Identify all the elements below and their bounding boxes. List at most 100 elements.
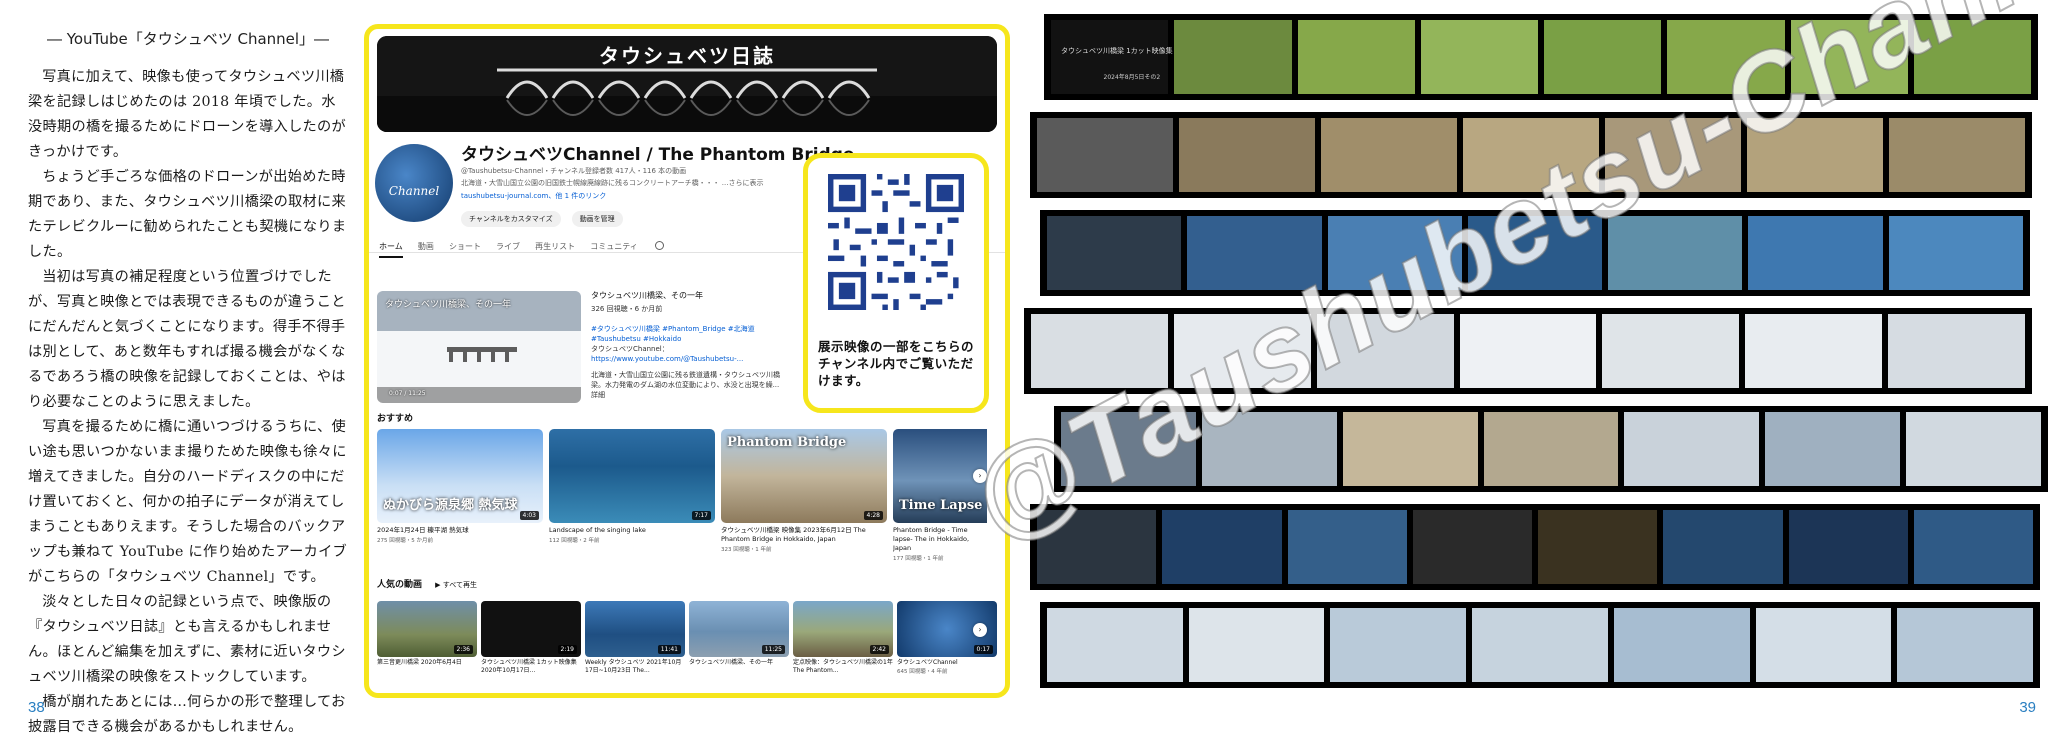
tab-playlists[interactable]: 再生リスト [535, 241, 575, 256]
video-card[interactable]: 7:17 Landscape of the singing lake 112 回… [549, 429, 715, 544]
tab-community[interactable]: コミュニティ [590, 241, 638, 256]
film-frame [1420, 20, 1538, 94]
play-all-label: すべて再生 [442, 581, 477, 589]
video-title[interactable]: 2024年1月24日 糠平湖 熱気球 [377, 526, 543, 535]
film-frame [1788, 510, 1908, 584]
tab-live[interactable]: ライブ [496, 241, 520, 256]
featured-title[interactable]: タウシュベツ川橋梁、その一年 [591, 291, 791, 301]
film-frame [1602, 314, 1740, 388]
film-frame [1755, 608, 1892, 682]
chevron-right-icon[interactable]: › [973, 623, 987, 637]
video-card[interactable]: 0:17 タウシュベツChannel 645 回視聴・4 年前 [897, 601, 997, 675]
featured-meta: 326 回視聴・6 か月前 [591, 305, 663, 313]
film-frame [1321, 118, 1457, 192]
avatar-text: Channel [388, 184, 440, 198]
channel-description[interactable]: 北海道・大雪山国立公園の旧国鉄士幌線廃線跡に残るコンクリートアーチ橋・・・ ..… [461, 178, 801, 188]
featured-overlay-title: タウシュベツ川橋梁、その一年 [385, 300, 512, 310]
video-title[interactable]: タウシュベツ川橋梁、その一年 [689, 659, 789, 667]
tab-home[interactable]: ホーム [379, 241, 403, 258]
video-meta: 177 回視聴・1 年前 [893, 556, 944, 562]
video-title[interactable]: Landscape of the singing lake [549, 526, 715, 535]
featured-more[interactable]: 詳細 [591, 390, 791, 400]
duration-badge: 4:28 [863, 511, 883, 520]
video-card[interactable]: 11:25 タウシュベツ川橋梁、その一年 [689, 601, 789, 667]
paragraph: 当初は写真の補足程度という位置づけでしたが、写真と映像とでは表現できるものが違う… [28, 269, 346, 410]
thumbnail-overlay-text: Time Lapse [899, 498, 983, 513]
film-frame [1297, 20, 1415, 94]
video-thumbnail[interactable]: 11:41 [585, 601, 685, 657]
video-title[interactable]: Phantom Bridge - Time lapse- The in Hokk… [893, 526, 987, 553]
video-meta: 645 回視聴・4 年前 [897, 669, 948, 675]
video-title[interactable]: 第三音更川橋梁 2020年6月4日 [377, 659, 477, 667]
duration-badge: 4:03 [519, 511, 539, 520]
film-frame [1888, 314, 2025, 388]
film-frame [1459, 314, 1597, 388]
banner-title: タウシュベツ日誌 [599, 44, 775, 68]
channel-meta: @Taushubetsu-Channel・チャンネル登録者数 417人・116 … [461, 167, 687, 175]
film-frame [1037, 118, 1173, 192]
video-thumbnail[interactable]: 2:36 [377, 601, 477, 657]
video-meta: 112 回視聴・2 年前 [549, 538, 600, 544]
video-card[interactable]: Phantom Bridge 4:28 タウシュベツ川橋梁 映像集 2023年6… [721, 429, 887, 553]
manage-videos-button[interactable]: 動画を管理 [571, 211, 623, 227]
film-frame [1765, 412, 1901, 486]
video-meta: 275 回視聴・5 か月前 [377, 538, 433, 544]
video-card[interactable]: ぬかびら源泉郷 熱気球 4:03 2024年1月24日 糠平湖 熱気球 275 … [377, 429, 543, 544]
video-thumbnail[interactable]: 11:25 [689, 601, 789, 657]
film-frame [1188, 608, 1325, 682]
film-frame: タウシュベツ川橋梁 1カット映像集 2024年8月5日その2 [1051, 20, 1173, 94]
video-thumbnail[interactable]: 2:19 [481, 601, 581, 657]
video-title[interactable]: Weekly タウシュベツ 2021年10月17日~10月23日 The... [585, 659, 685, 675]
title-card-date: 2024年8月5日その2 [1103, 74, 1161, 81]
play-all-button[interactable]: ▶ すべて再生 [435, 581, 477, 589]
video-thumbnail[interactable]: 2:42 [793, 601, 893, 657]
featured-video-player[interactable]: タウシュベツ川橋梁、その一年 0:07 / 11:25 [377, 291, 581, 403]
film-frame [1906, 412, 2041, 486]
film-frame [1179, 118, 1315, 192]
paragraph: 写真に加えて、映像も使ってタウシュベツ川橋梁を記録しはじめたのは 2018 年頃… [28, 69, 347, 160]
customize-channel-button[interactable]: チャンネルをカスタマイズ [461, 211, 561, 227]
duration-badge: 2:36 [453, 645, 473, 654]
film-frame [1889, 118, 2025, 192]
film-frame [1472, 608, 1608, 682]
paragraph: 橋が崩れたあとには…何らかの形で整理してお披露目できる機会があるかもしれません。 [28, 694, 346, 735]
search-icon[interactable] [654, 241, 664, 250]
film-frame [1412, 510, 1532, 584]
duration-badge: 11:25 [761, 645, 785, 654]
video-thumbnail[interactable]: 7:17 [549, 429, 715, 523]
film-frame [1330, 608, 1467, 682]
featured-video-info: タウシュベツ川橋梁、その一年 326 回視聴・6 か月前 #タウシュベツ川橋梁 … [591, 291, 791, 400]
video-thumbnail[interactable]: ぬかびら源泉郷 熱気球 4:03 [377, 429, 543, 523]
thumbnail-overlay-text: Phantom Bridge [727, 435, 847, 450]
avatar[interactable]: Channel [375, 144, 453, 222]
film-frame [1047, 608, 1183, 682]
video-thumbnail[interactable]: Phantom Bridge 4:28 [721, 429, 887, 523]
video-meta: 323 回視聴・1 年前 [721, 547, 772, 553]
video-card[interactable]: 2:19 タウシュベツ川橋梁 1カット映像集 2020年10月17日... [481, 601, 581, 675]
channel-buttons: チャンネルをカスタマイズ 動画を管理 [461, 206, 629, 227]
duration-badge: 7:17 [691, 511, 711, 520]
film-frame [1897, 608, 2033, 682]
tab-shorts[interactable]: ショート [449, 241, 481, 256]
video-card[interactable]: 2:42 定点映像：タウシュベツ川橋梁の1年 The Phantom... [793, 601, 899, 675]
video-card[interactable]: 11:41 Weekly タウシュベツ 2021年10月17日~10月23日 T… [585, 601, 685, 675]
film-frame [1748, 216, 1883, 290]
featured-description: 北海道・大雪山国立公園に残る鉄道遺構・タウシュベツ川橋梁。水力発電のダム湖の水位… [591, 371, 780, 389]
video-card[interactable]: 2:36 第三音更川橋梁 2020年6月4日 [377, 601, 477, 667]
qr-callout: 展示映像の一部をこちらのチャンネル内でご覧いただけます。 [803, 153, 989, 413]
video-title[interactable]: タウシュベツ川橋梁 1カット映像集 2020年10月17日... [481, 659, 581, 675]
film-frame [1544, 20, 1662, 94]
film-frame [1174, 20, 1292, 94]
recommended-label: おすすめ [377, 414, 414, 424]
duration-badge: 11:41 [657, 645, 681, 654]
featured-tags[interactable]: #タウシュベツ川橋梁 #Phantom_Bridge #北海道 #Taushub… [591, 324, 791, 344]
tab-videos[interactable]: 動画 [418, 241, 434, 256]
channel-name: タウシュベツChannel / The Phantom Bridge [461, 145, 855, 165]
featured-url[interactable]: https://www.youtube.com/@Taushubetsu-... [591, 354, 791, 364]
paragraph: 写真を撮るために橋に通いつづけるうちに、使い途も思いつかないまま撮りためた映像も… [28, 419, 348, 585]
page-number-left: 38 [28, 699, 45, 716]
video-title[interactable]: タウシュベツChannel [897, 659, 997, 667]
channel-link[interactable]: taushubetsu-journal.com、他 1 件のリンク [461, 191, 606, 201]
video-title[interactable]: タウシュベツ川橋梁 映像集 2023年6月12日 The Phantom Bri… [721, 526, 887, 544]
video-title[interactable]: 定点映像：タウシュベツ川橋梁の1年 The Phantom... [793, 659, 899, 675]
